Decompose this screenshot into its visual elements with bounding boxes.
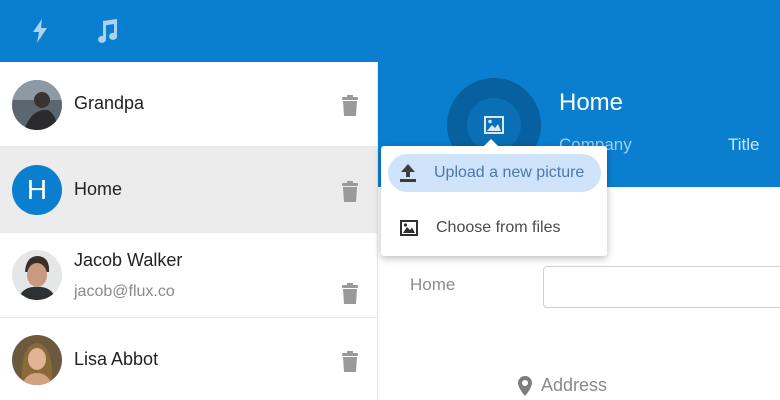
trash-icon[interactable] [341, 283, 359, 305]
contact-item-grandpa[interactable]: Grandpa [0, 62, 377, 147]
top-bar [0, 0, 780, 62]
image-icon [484, 116, 504, 134]
letter-avatar: H [12, 165, 62, 215]
choose-from-files-menu-item[interactable]: Choose from files [388, 209, 601, 247]
music-note-icon[interactable] [93, 17, 121, 45]
upload-icon [400, 164, 416, 182]
contact-title: Home [559, 89, 624, 116]
contact-item-home[interactable]: H Home [0, 147, 377, 233]
contact-item-lisa-abbot[interactable]: Lisa Abbot [0, 318, 377, 400]
menu-item-label: Upload a new picture [434, 164, 585, 181]
address-field[interactable]: Address [518, 375, 607, 396]
image-icon [400, 220, 418, 236]
lightning-icon[interactable] [26, 17, 54, 45]
contact-name: Grandpa [74, 93, 145, 113]
contact-list: Grandpa H Home Jacob Walker jacob@flux.c… [0, 62, 378, 400]
trash-icon[interactable] [341, 351, 359, 373]
contact-item-jacob-walker[interactable]: Jacob Walker jacob@flux.co [0, 233, 377, 318]
upload-picture-menu-item[interactable]: Upload a new picture [388, 154, 601, 192]
avatar [12, 80, 62, 130]
contact-email: jacob@flux.co [74, 283, 175, 300]
contact-name: Home [74, 179, 123, 199]
avatar [12, 335, 62, 385]
picture-menu: Upload a new picture Choose from files [381, 139, 607, 256]
title-field[interactable]: Title [728, 135, 760, 155]
menu-caret [483, 139, 499, 147]
trash-icon[interactable] [341, 181, 359, 203]
avatar [12, 250, 62, 300]
contact-name: Lisa Abbot [74, 349, 159, 369]
location-pin-icon [518, 375, 532, 396]
menu-item-label: Choose from files [436, 219, 561, 236]
address-label: Address [541, 375, 608, 395]
phone-label: Home [410, 275, 456, 294]
trash-icon[interactable] [341, 95, 359, 117]
contact-name: Jacob Walker [74, 250, 183, 270]
phone-input[interactable] [543, 266, 780, 308]
